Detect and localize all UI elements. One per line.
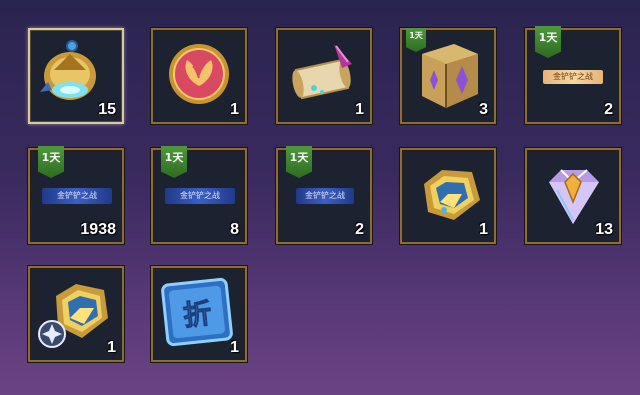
event-ticket-label: 金铲铲之战 — [42, 188, 112, 204]
inventory-slot-2[interactable]: 1 — [151, 28, 247, 124]
event-ticket-label: 金铲铲之战 — [543, 70, 603, 84]
event-ticket-label: 金铲铲之战 — [296, 188, 354, 204]
inventory-slot-12[interactable]: 折 1 — [151, 266, 247, 362]
duration-badge: 1天 — [535, 26, 561, 58]
inventory-slot-1[interactable]: 15 — [28, 28, 124, 124]
inventory-slot-5[interactable]: 1天 金铲铲之战 2 — [525, 26, 621, 124]
event-ticket-label: 金铲铲之战 — [165, 188, 235, 204]
duration-badge: 1天 — [406, 28, 426, 52]
duration-badge: 1天 — [286, 146, 312, 178]
item-count: 8 — [230, 221, 239, 238]
item-count: 1 — [479, 221, 488, 238]
inventory-slot-11[interactable]: 1 — [28, 266, 124, 362]
item-count: 1 — [230, 339, 239, 356]
item-count: 2 — [604, 101, 613, 118]
duration-badge: 1天 — [38, 146, 64, 178]
inventory-slot-9[interactable]: 1 — [400, 148, 496, 244]
item-count: 15 — [98, 101, 116, 118]
item-count: 1938 — [80, 221, 116, 238]
item-count: 1 — [107, 339, 116, 356]
inventory-slot-8[interactable]: 1天 金铲铲之战 2 — [276, 146, 372, 244]
inventory-slot-10[interactable]: 13 — [525, 148, 621, 244]
discount-symbol: 折 — [182, 297, 213, 333]
inventory-slot-4[interactable]: 1天 3 — [400, 28, 496, 124]
item-count: 1 — [355, 101, 364, 118]
inventory-screen: { "items": [ {"name": "item-chibi-helmet… — [0, 0, 640, 395]
item-count: 1 — [230, 101, 239, 118]
item-count: 2 — [355, 221, 364, 238]
inventory-slot-7[interactable]: 1天 金铲铲之战 8 — [151, 146, 247, 244]
duration-badge: 1天 — [161, 146, 187, 178]
inventory-slot-3[interactable]: 1 — [276, 28, 372, 124]
item-count: 13 — [595, 221, 613, 238]
inventory-slot-6[interactable]: 1天 金铲铲之战 1938 — [28, 146, 124, 244]
item-count: 3 — [479, 101, 488, 118]
